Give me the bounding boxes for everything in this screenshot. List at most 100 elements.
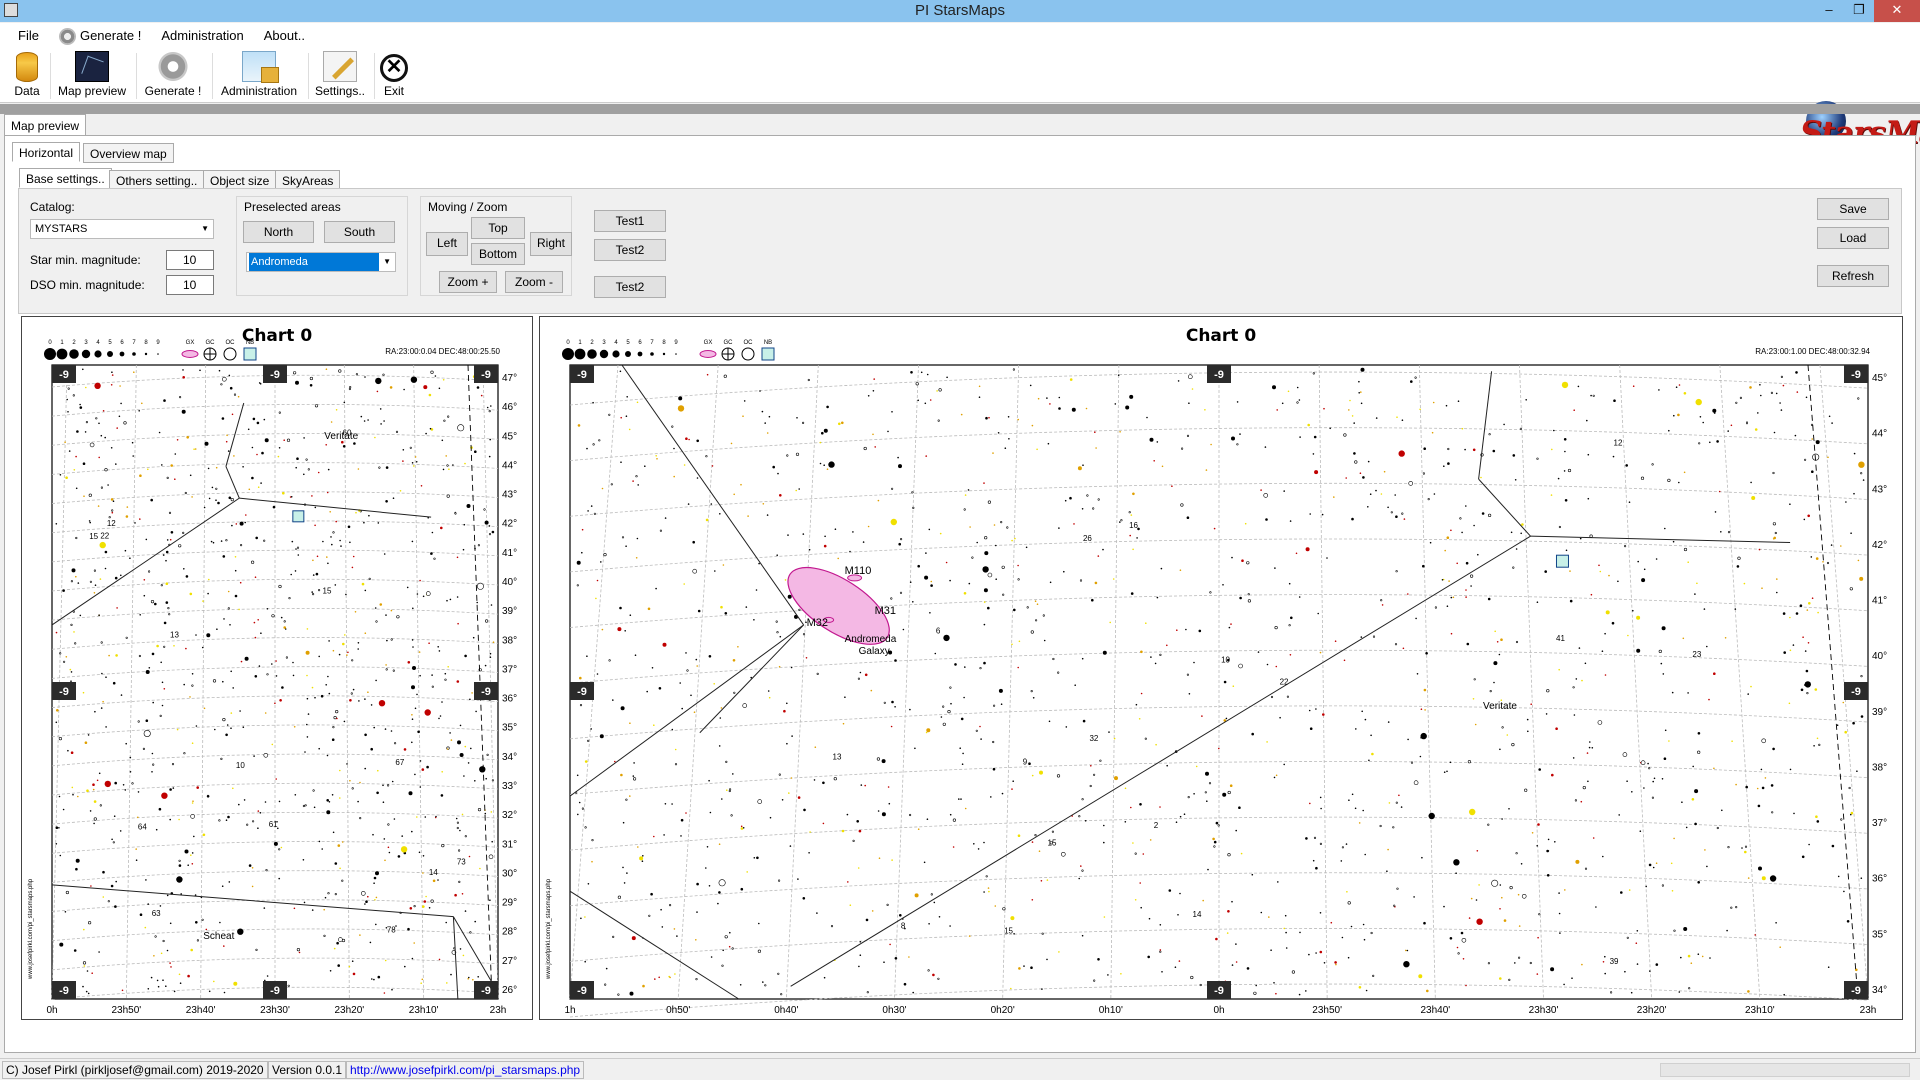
star [142, 747, 145, 751]
tab-sky-areas[interactable]: SkyAreas [275, 170, 341, 190]
star [1013, 608, 1016, 612]
star [311, 591, 314, 593]
tab-object-size[interactable]: Object size [203, 170, 277, 190]
star [865, 918, 869, 922]
star [94, 382, 101, 389]
star [942, 705, 945, 708]
refresh-button[interactable]: Refresh [1817, 265, 1889, 287]
star [1632, 385, 1635, 387]
star [1761, 786, 1765, 790]
star [987, 606, 990, 610]
star [75, 575, 77, 578]
data-button[interactable]: Data [10, 51, 44, 101]
tab-others-settings[interactable]: Others setting.. [109, 170, 205, 190]
star-label: 22 [100, 532, 109, 541]
tab-overview-map[interactable]: Overview map [83, 143, 174, 163]
star [719, 717, 722, 719]
star [351, 787, 354, 790]
star [292, 661, 294, 664]
star [1251, 732, 1254, 736]
star [1850, 532, 1852, 534]
star [318, 747, 321, 750]
test2b-button[interactable]: Test2 [594, 276, 666, 298]
maximize-button[interactable]: ❐ [1844, 0, 1874, 22]
menu-generate[interactable]: Generate ! [49, 23, 151, 49]
north-button[interactable]: North [243, 221, 314, 243]
zoom-out-button[interactable]: Zoom - [505, 271, 563, 293]
app-icon[interactable] [4, 3, 18, 17]
star [940, 716, 943, 718]
star [212, 541, 215, 544]
star [1078, 815, 1081, 818]
star [625, 545, 627, 547]
website-link[interactable]: http://www.josefpirkl.com/pi_starsmaps.p… [346, 1061, 585, 1079]
dec-tick-label: 26° [502, 985, 517, 996]
star [476, 601, 479, 604]
dso-label: M31 [875, 605, 896, 617]
star [1193, 793, 1195, 795]
star [86, 789, 89, 792]
administration-button[interactable]: Administration [216, 51, 302, 101]
star [459, 753, 464, 757]
star [1241, 559, 1244, 562]
star [938, 916, 941, 918]
star [86, 970, 89, 972]
test2-button[interactable]: Test2 [594, 239, 666, 261]
catalog-select[interactable]: MYSTARS ▼ [30, 219, 214, 239]
star [683, 464, 686, 466]
star [367, 691, 369, 693]
chart-right[interactable]: Chart 0 RA:23:00:1.00 DEC:48:00:32.94 0 1 2 3… [539, 316, 1903, 1020]
star [993, 704, 996, 707]
star [217, 501, 220, 505]
move-bottom-button[interactable]: Bottom [471, 243, 525, 265]
star [1159, 806, 1161, 808]
star [484, 812, 487, 815]
map-preview-button[interactable]: Map preview [54, 51, 130, 101]
star [420, 485, 423, 487]
star [1591, 747, 1594, 749]
move-top-button[interactable]: Top [471, 217, 525, 239]
star [1857, 397, 1860, 400]
star-mag-input[interactable]: 10 [166, 250, 214, 270]
tab-map-preview[interactable]: Map preview [4, 114, 87, 136]
dso-mag-input[interactable]: 10 [166, 275, 214, 295]
move-left-button[interactable]: Left [426, 232, 468, 256]
chart-left[interactable]: Chart 0 RA:23:00:0.04 DEC:48:00:25.50 0 1 2 3… [21, 316, 533, 1020]
move-right-button[interactable]: Right [530, 232, 572, 256]
star [1315, 952, 1317, 954]
dec-tick-label: 43° [1872, 484, 1887, 495]
status-progress [1660, 1063, 1910, 1077]
star [311, 495, 313, 497]
area-select[interactable]: Andromeda ▼ [246, 252, 396, 272]
test1-button[interactable]: Test1 [594, 210, 666, 232]
star [311, 909, 314, 911]
star [929, 612, 931, 614]
generate-button[interactable]: Generate ! [140, 51, 206, 101]
minimize-button[interactable]: – [1814, 0, 1844, 22]
star [187, 974, 190, 978]
menu-file[interactable]: File [8, 23, 49, 49]
star [222, 555, 226, 558]
tab-base-settings[interactable]: Base settings.. [19, 168, 112, 188]
star [304, 751, 306, 753]
star [1275, 665, 1278, 668]
menu-about[interactable]: About.. [254, 23, 315, 49]
save-button[interactable]: Save [1817, 198, 1889, 220]
exit-button[interactable]: ✕ Exit [378, 51, 410, 101]
star [1464, 448, 1466, 451]
star [115, 880, 117, 883]
star [83, 965, 86, 967]
tab-horizontal[interactable]: Horizontal [12, 142, 81, 162]
star [438, 650, 441, 652]
dso-label: M32 [807, 617, 828, 629]
settings-button[interactable]: Settings.. [312, 51, 368, 101]
menu-administration[interactable]: Administration [151, 23, 253, 49]
load-button[interactable]: Load [1817, 227, 1889, 249]
star [452, 464, 454, 466]
website-link-text[interactable]: http://www.josefpirkl.com/pi_starsmaps.p… [350, 1063, 580, 1077]
data-button-label: Data [14, 84, 40, 98]
zoom-in-button[interactable]: Zoom + [439, 271, 497, 293]
close-button[interactable]: ✕ [1874, 0, 1920, 22]
south-button[interactable]: South [324, 221, 395, 243]
star [1853, 492, 1855, 495]
